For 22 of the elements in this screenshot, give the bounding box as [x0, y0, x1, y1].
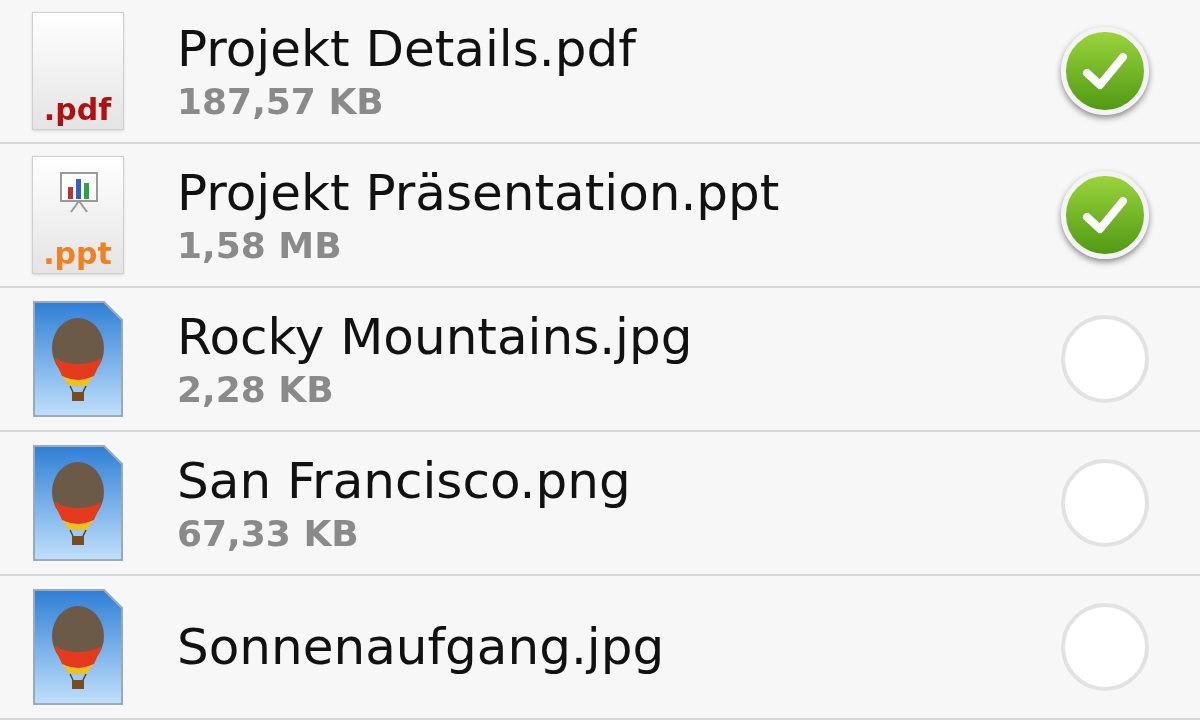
file-type-label: .pdf	[43, 95, 112, 125]
file-row[interactable]: .pdf Projekt Details.pdf 187,57 KB	[0, 0, 1200, 144]
file-name: Sonnenaufgang.jpg	[177, 617, 666, 678]
file-row[interactable]: San Francisco.png 67,33 KB	[0, 432, 1200, 576]
checkmark-icon	[1082, 51, 1128, 91]
file-type-label: .ppt	[43, 239, 112, 269]
file-row[interactable]: Rocky Mountains.jpg 2,28 KB	[0, 288, 1200, 432]
file-name: San Francisco.png	[177, 451, 632, 512]
checkmark-icon	[1082, 195, 1128, 235]
file-row[interactable]: Sonnenaufgang.jpg	[0, 576, 1200, 720]
file-size: 1,58 MB	[177, 224, 343, 268]
balloon-image-icon	[31, 588, 124, 706]
chart-icon	[58, 169, 99, 213]
file-name: Projekt Details.pdf	[177, 19, 638, 80]
file-size: 187,57 KB	[177, 80, 385, 124]
balloon-image-icon	[31, 444, 124, 562]
file-name: Projekt Präsentation.ppt	[177, 163, 781, 224]
file-size: 2,28 KB	[177, 368, 335, 412]
file-row[interactable]: .ppt Projekt Präsentation.ppt 1,58 MB	[0, 144, 1200, 288]
file-name: Rocky Mountains.jpg	[177, 307, 694, 368]
balloon-image-icon	[31, 300, 124, 418]
file-size: 67,33 KB	[177, 512, 360, 556]
